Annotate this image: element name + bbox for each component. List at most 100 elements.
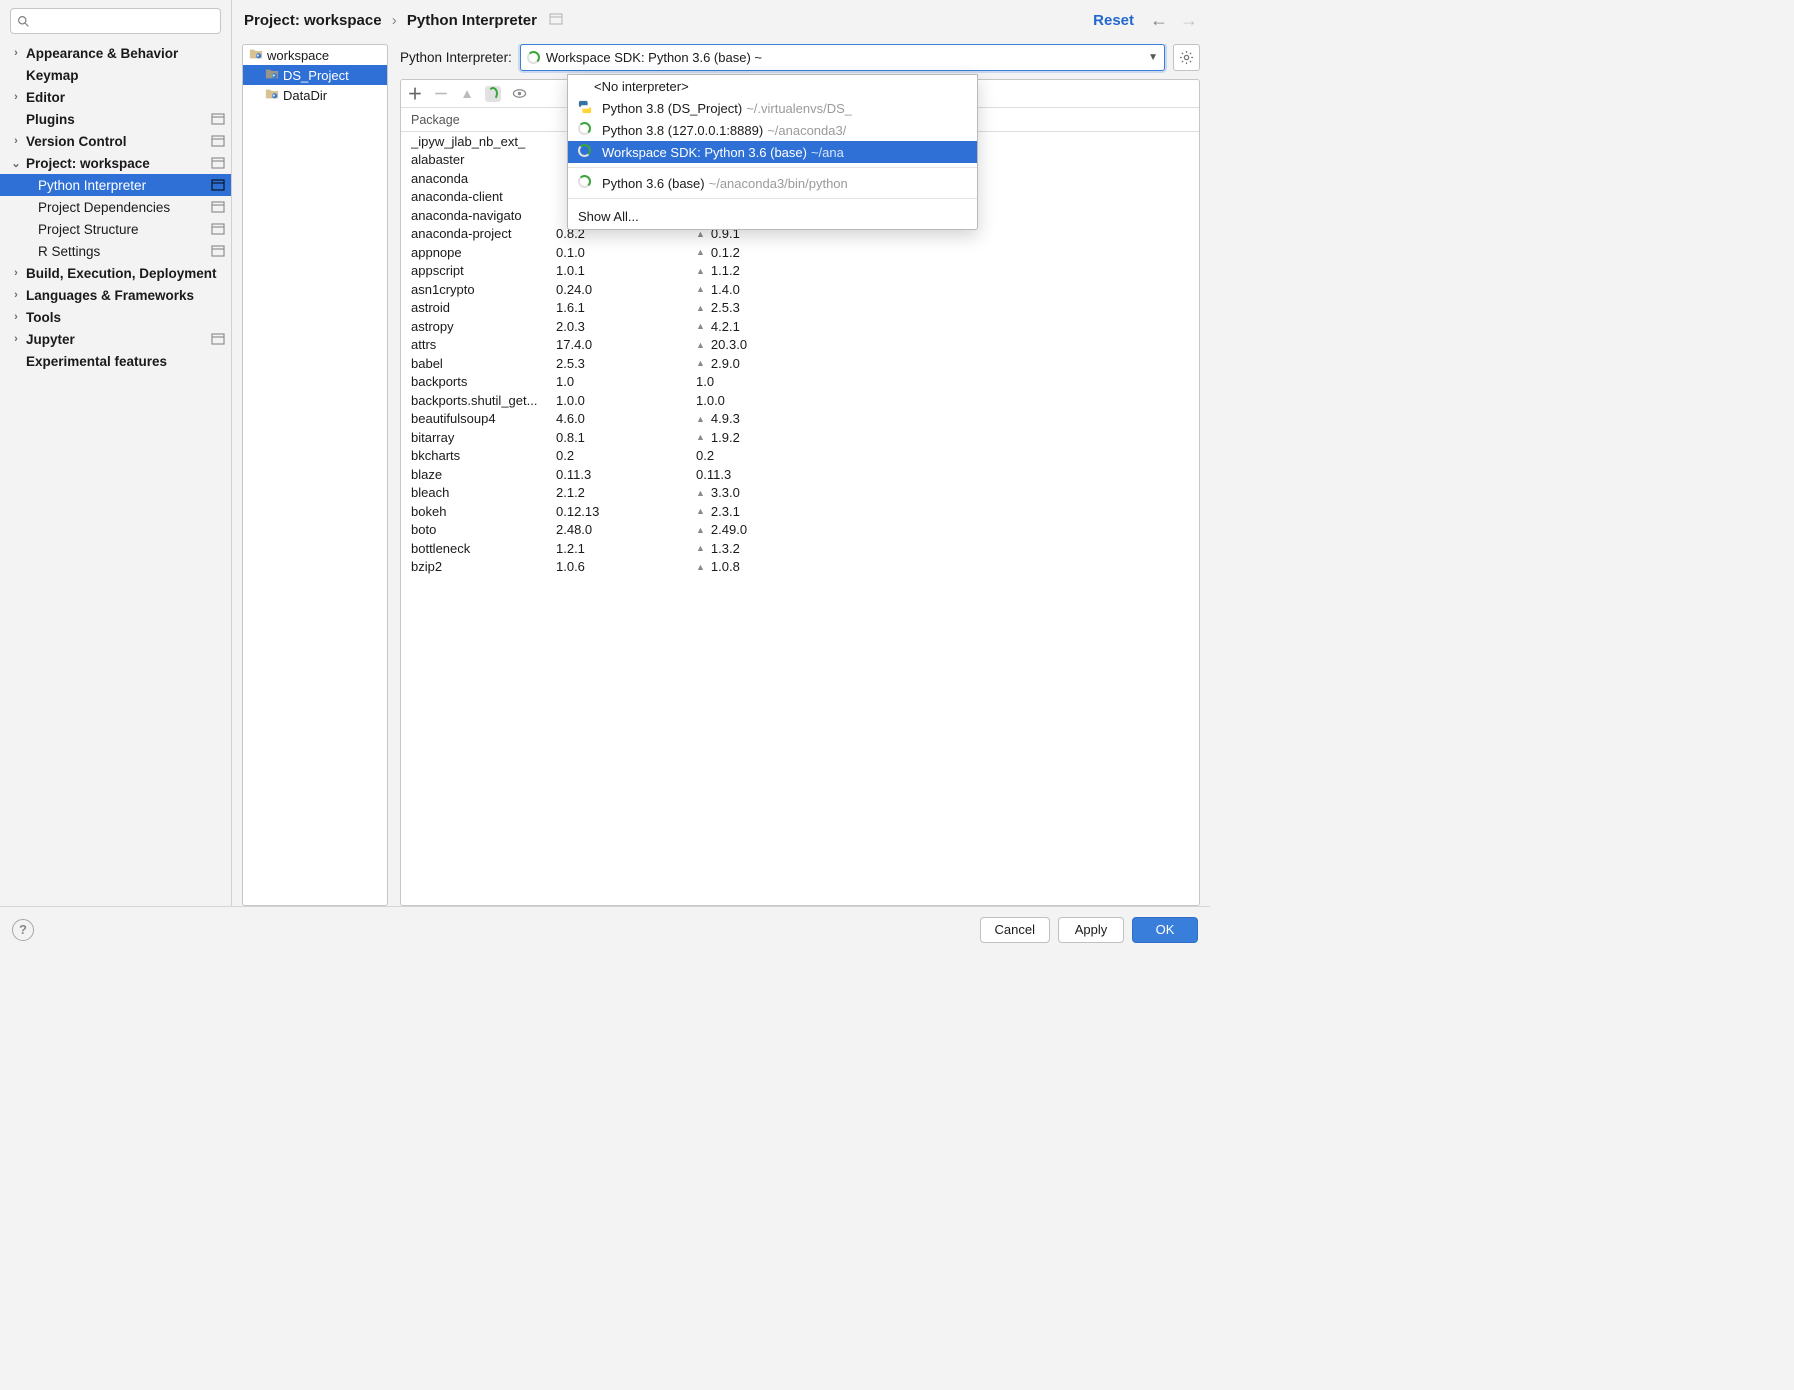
sidebar-item-languages-frameworks[interactable]: ›Languages & Frameworks — [0, 284, 231, 306]
package-latest: ▲1.1.2 — [696, 263, 1199, 278]
upgrade-icon: ▲ — [696, 525, 705, 535]
folder-icon — [265, 87, 283, 104]
interpreter-option-none[interactable]: <No interpreter> — [568, 75, 977, 97]
sidebar-item-r-settings[interactable]: R Settings — [0, 240, 231, 262]
project-tree-item[interactable]: workspace — [243, 45, 387, 65]
sidebar-item-appearance-behavior[interactable]: ›Appearance & Behavior — [0, 42, 231, 64]
package-row[interactable]: bottleneck1.2.1▲1.3.2 — [401, 539, 1199, 558]
sidebar-item-plugins[interactable]: Plugins — [0, 108, 231, 130]
upgrade-icon: ▲ — [696, 303, 705, 313]
cancel-button[interactable]: Cancel — [980, 917, 1050, 943]
package-name: appscript — [411, 263, 556, 278]
forward-arrow-icon[interactable]: → — [1180, 10, 1198, 31]
apply-button[interactable]: Apply — [1058, 917, 1124, 943]
package-version: 1.0.0 — [556, 393, 696, 408]
back-arrow-icon[interactable]: ← — [1150, 10, 1168, 31]
interpreter-option[interactable]: Python 3.8 (DS_Project)~/.virtualenvs/DS… — [568, 97, 977, 119]
show-early-button[interactable] — [511, 86, 527, 102]
help-button[interactable]: ? — [12, 919, 34, 941]
scope-icon — [211, 135, 225, 147]
interpreter-select[interactable]: Workspace SDK: Python 3.6 (base) ~ ▼ — [520, 44, 1165, 71]
interpreter-option[interactable]: Workspace SDK: Python 3.6 (base)~/ana — [568, 141, 977, 163]
package-latest: ▲1.9.2 — [696, 430, 1199, 445]
search-input[interactable] — [10, 8, 221, 34]
package-name: anaconda-navigato — [411, 208, 556, 223]
interpreter-option-label: Python 3.8 (127.0.0.1:8889) — [602, 123, 763, 138]
package-name: astroid — [411, 300, 556, 315]
package-name: astropy — [411, 319, 556, 334]
add-package-button[interactable]: ＋ — [407, 86, 423, 102]
chevron-right-icon: › — [10, 289, 22, 301]
package-version: 0.24.0 — [556, 282, 696, 297]
package-row[interactable]: backports.shutil_get...1.0.01.0.0 — [401, 391, 1199, 410]
breadcrumb-project: Project: workspace — [244, 12, 382, 29]
project-tree-item[interactable]: DS_Project — [243, 65, 387, 85]
package-row[interactable]: beautifulsoup44.6.0▲4.9.3 — [401, 410, 1199, 429]
package-row[interactable]: astropy2.0.3▲4.2.1 — [401, 317, 1199, 336]
sidebar-item-label: Plugins — [26, 112, 75, 127]
package-row[interactable]: attrs17.4.0▲20.3.0 — [401, 336, 1199, 355]
folder-icon — [265, 67, 283, 84]
package-latest: ▲20.3.0 — [696, 337, 1199, 352]
show-all-interpreters[interactable]: Show All... — [568, 203, 977, 229]
package-row[interactable]: blaze0.11.30.11.3 — [401, 465, 1199, 484]
chevron-right-icon: › — [10, 135, 22, 147]
sidebar-item-python-interpreter[interactable]: Python Interpreter — [0, 174, 231, 196]
sidebar-item-tools[interactable]: ›Tools — [0, 306, 231, 328]
sidebar-item-label: Project: workspace — [26, 156, 150, 171]
sidebar-item-jupyter[interactable]: ›Jupyter — [0, 328, 231, 350]
tree-item-label: DataDir — [283, 88, 327, 103]
package-latest: 1.0 — [696, 374, 1199, 389]
package-latest: ▲2.49.0 — [696, 522, 1199, 537]
sidebar-item-project-dependencies[interactable]: Project Dependencies — [0, 196, 231, 218]
package-row[interactable]: boto2.48.0▲2.49.0 — [401, 521, 1199, 540]
package-row[interactable]: appnope0.1.0▲0.1.2 — [401, 243, 1199, 262]
sidebar-item-version-control[interactable]: ›Version Control — [0, 130, 231, 152]
package-row[interactable]: astroid1.6.1▲2.5.3 — [401, 299, 1199, 318]
package-row[interactable]: bzip21.0.6▲1.0.8 — [401, 558, 1199, 577]
reset-link[interactable]: Reset — [1093, 12, 1134, 29]
package-row[interactable]: bokeh0.12.13▲2.3.1 — [401, 502, 1199, 521]
project-tree-item[interactable]: DataDir — [243, 85, 387, 105]
sidebar-item-build-execution-deployment[interactable]: ›Build, Execution, Deployment — [0, 262, 231, 284]
package-row[interactable]: bleach2.1.2▲3.3.0 — [401, 484, 1199, 503]
show-all-label: Show All... — [578, 209, 639, 224]
interpreter-column: Python Interpreter: Workspace SDK: Pytho… — [400, 44, 1200, 906]
sidebar-item-experimental-features[interactable]: Experimental features — [0, 350, 231, 372]
sidebar-item-label: Keymap — [26, 68, 79, 83]
upgrade-icon: ▲ — [696, 506, 705, 516]
interpreter-option-secondary[interactable]: Python 3.6 (base) ~/anaconda3/bin/python — [568, 172, 977, 194]
sidebar-item-project-structure[interactable]: Project Structure — [0, 218, 231, 240]
spinner-icon — [578, 175, 594, 191]
package-name: backports — [411, 374, 556, 389]
package-latest: 0.11.3 — [696, 467, 1199, 482]
package-row[interactable]: backports1.01.0 — [401, 373, 1199, 392]
refresh-button[interactable] — [485, 86, 501, 102]
upgrade-icon: ▲ — [696, 488, 705, 498]
sidebar-item-project-workspace[interactable]: ⌄Project: workspace — [0, 152, 231, 174]
package-row[interactable]: bitarray0.8.1▲1.9.2 — [401, 428, 1199, 447]
ok-button[interactable]: OK — [1132, 917, 1198, 943]
sidebar-item-keymap[interactable]: Keymap — [0, 64, 231, 86]
upgrade-package-button[interactable]: ▲ — [459, 86, 475, 102]
package-name: bokeh — [411, 504, 556, 519]
package-latest: ▲2.5.3 — [696, 300, 1199, 315]
spinner-icon — [527, 51, 540, 64]
remove-package-button[interactable]: － — [433, 86, 449, 102]
interpreter-select-text: Workspace SDK: Python 3.6 (base) ~ — [546, 50, 762, 65]
package-row[interactable]: appscript1.0.1▲1.1.2 — [401, 262, 1199, 281]
package-row[interactable]: babel2.5.3▲2.9.0 — [401, 354, 1199, 373]
package-row[interactable]: bkcharts0.20.2 — [401, 447, 1199, 466]
package-row[interactable]: asn1crypto0.24.0▲1.4.0 — [401, 280, 1199, 299]
upgrade-icon: ▲ — [696, 414, 705, 424]
upgrade-icon: ▲ — [696, 247, 705, 257]
interpreter-label: Python Interpreter: — [400, 50, 512, 65]
interpreter-option[interactable]: Python 3.8 (127.0.0.1:8889)~/anaconda3/ — [568, 119, 977, 141]
dropdown-separator — [568, 198, 977, 199]
content-area: Project: workspace › Python Interpreter … — [232, 0, 1210, 906]
package-version: 0.12.13 — [556, 504, 696, 519]
package-name: babel — [411, 356, 556, 371]
sidebar: ›Appearance & Behavior Keymap ›Editor Plugi… — [0, 0, 232, 906]
sidebar-item-editor[interactable]: ›Editor — [0, 86, 231, 108]
gear-button[interactable] — [1173, 44, 1200, 71]
